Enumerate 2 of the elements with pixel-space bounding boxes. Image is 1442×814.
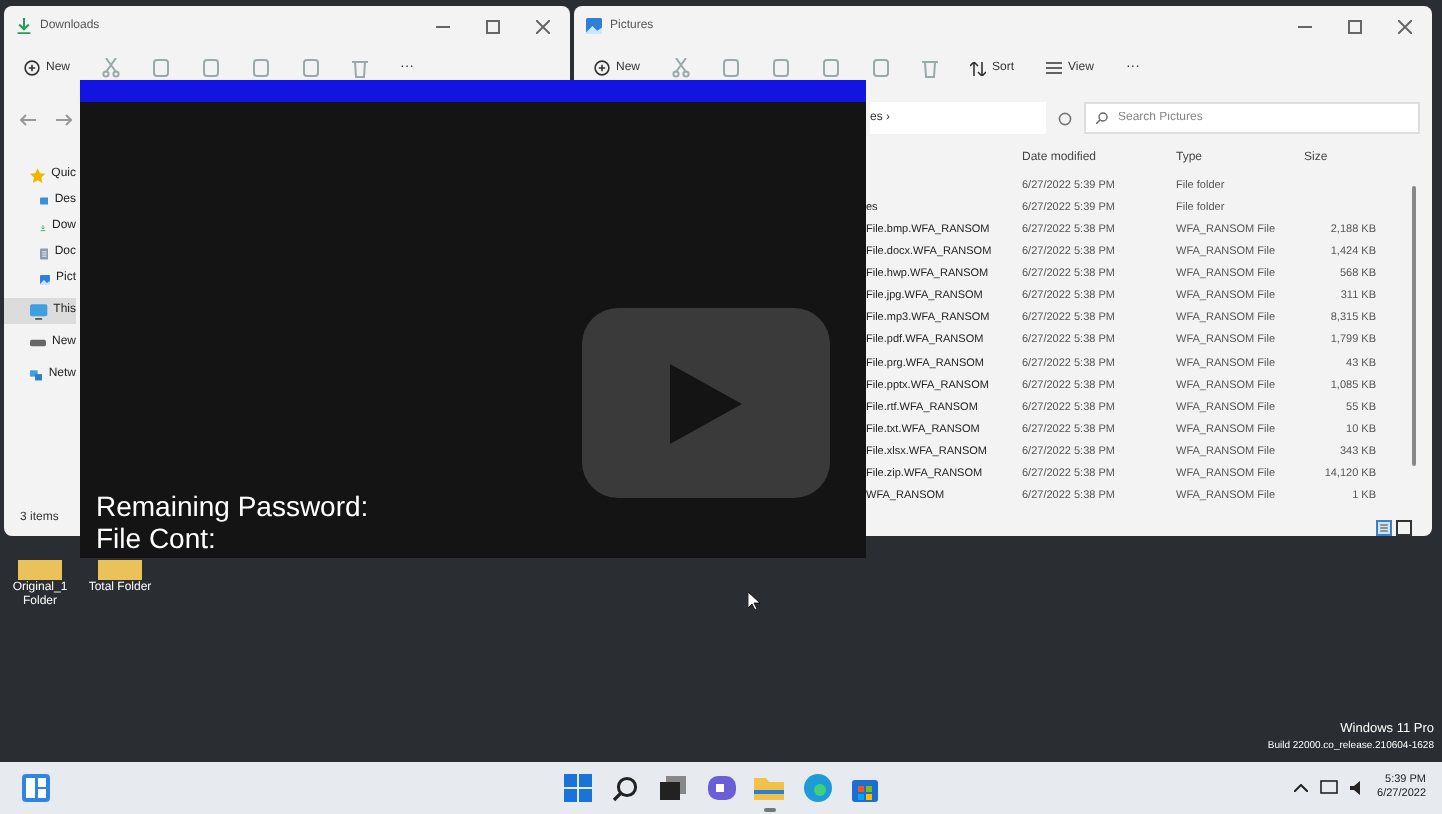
video-caption: Remaining Password: [96, 490, 369, 522]
video-caption: File Cont: [96, 522, 218, 554]
